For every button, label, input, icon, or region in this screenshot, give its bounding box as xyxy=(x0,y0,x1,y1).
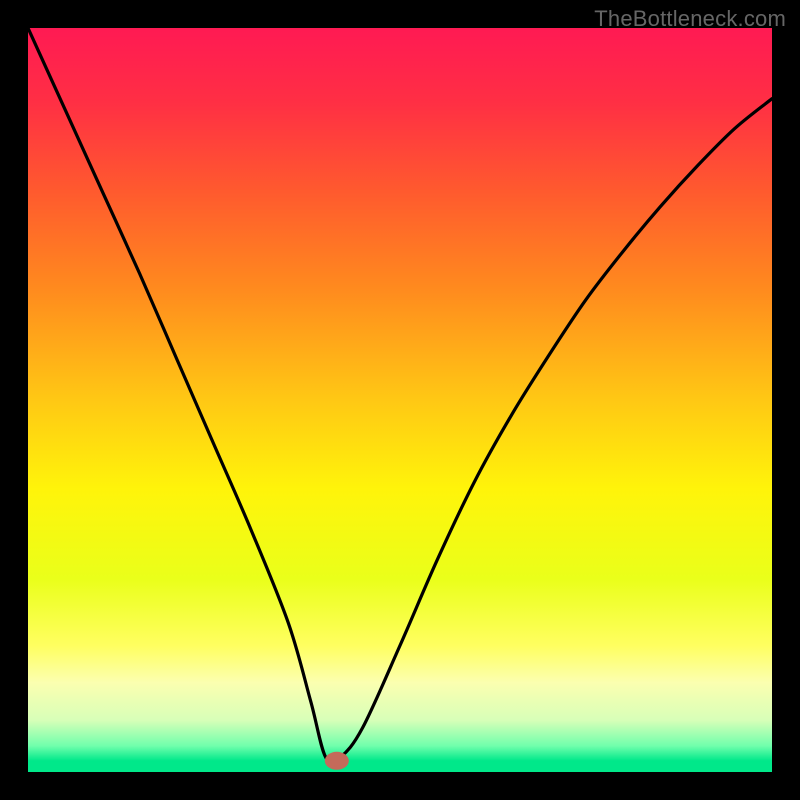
gradient-background xyxy=(28,28,772,772)
chart-frame: TheBottleneck.com xyxy=(0,0,800,800)
plot-svg xyxy=(28,28,772,772)
plot-area xyxy=(28,28,772,772)
optimal-point-marker xyxy=(325,752,349,770)
